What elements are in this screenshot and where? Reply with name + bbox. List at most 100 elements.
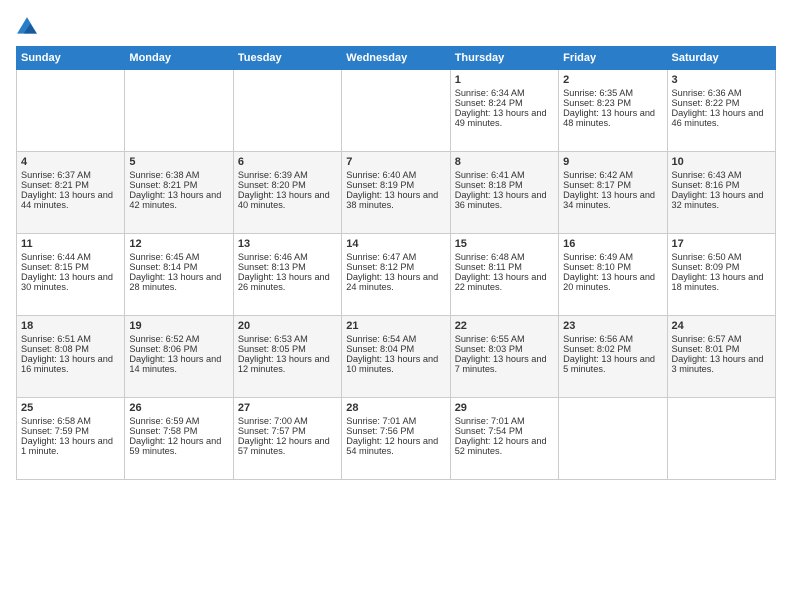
daylight-text: Daylight: 13 hours and 26 minutes. [238, 272, 337, 292]
logo [16, 16, 42, 38]
sunrise-text: Sunrise: 6:42 AM [563, 170, 662, 180]
sunset-text: Sunset: 7:59 PM [21, 426, 120, 436]
sunrise-text: Sunrise: 6:47 AM [346, 252, 445, 262]
week-row-2: 11Sunrise: 6:44 AMSunset: 8:15 PMDayligh… [17, 234, 776, 316]
calendar-cell: 20Sunrise: 6:53 AMSunset: 8:05 PMDayligh… [233, 316, 341, 398]
calendar-cell: 3Sunrise: 6:36 AMSunset: 8:22 PMDaylight… [667, 70, 775, 152]
sunset-text: Sunset: 8:03 PM [455, 344, 554, 354]
daylight-text: Daylight: 13 hours and 3 minutes. [672, 354, 771, 374]
daylight-text: Daylight: 13 hours and 5 minutes. [563, 354, 662, 374]
calendar-cell: 19Sunrise: 6:52 AMSunset: 8:06 PMDayligh… [125, 316, 233, 398]
daylight-text: Daylight: 13 hours and 28 minutes. [129, 272, 228, 292]
sunset-text: Sunset: 8:13 PM [238, 262, 337, 272]
calendar-cell: 26Sunrise: 6:59 AMSunset: 7:58 PMDayligh… [125, 398, 233, 480]
sunrise-text: Sunrise: 6:51 AM [21, 334, 120, 344]
sunrise-text: Sunrise: 6:49 AM [563, 252, 662, 262]
calendar-cell: 1Sunrise: 6:34 AMSunset: 8:24 PMDaylight… [450, 70, 558, 152]
weekday-header-saturday: Saturday [667, 47, 775, 70]
day-number: 21 [346, 320, 445, 332]
day-number: 6 [238, 156, 337, 168]
sunset-text: Sunset: 8:16 PM [672, 180, 771, 190]
daylight-text: Daylight: 13 hours and 49 minutes. [455, 108, 554, 128]
sunrise-text: Sunrise: 6:56 AM [563, 334, 662, 344]
logo-icon [16, 16, 38, 38]
daylight-text: Daylight: 13 hours and 18 minutes. [672, 272, 771, 292]
sunrise-text: Sunrise: 6:40 AM [346, 170, 445, 180]
day-number: 10 [672, 156, 771, 168]
sunrise-text: Sunrise: 6:45 AM [129, 252, 228, 262]
week-row-1: 4Sunrise: 6:37 AMSunset: 8:21 PMDaylight… [17, 152, 776, 234]
sunset-text: Sunset: 8:11 PM [455, 262, 554, 272]
sunrise-text: Sunrise: 6:36 AM [672, 88, 771, 98]
sunset-text: Sunset: 7:57 PM [238, 426, 337, 436]
calendar-cell: 15 Sunrise: 6:48 AMSunset: 8:11 PMDayligh… [450, 234, 558, 316]
sunset-text: Sunset: 8:18 PM [455, 180, 554, 190]
calendar-cell: 9Sunrise: 6:42 AMSunset: 8:17 PMDaylight… [559, 152, 667, 234]
sunset-text: Sunset: 8:15 PM [21, 262, 120, 272]
calendar-cell: 14Sunrise: 6:47 AMSunset: 8:12 PMDayligh… [342, 234, 450, 316]
weekday-header-row: SundayMondayTuesdayWednesdayThursdayFrid… [17, 47, 776, 70]
day-number: 3 [672, 74, 771, 86]
sunset-text: Sunset: 7:58 PM [129, 426, 228, 436]
sunset-text: Sunset: 8:01 PM [672, 344, 771, 354]
calendar-table: SundayMondayTuesdayWednesdayThursdayFrid… [16, 46, 776, 480]
calendar-cell [233, 70, 341, 152]
calendar-cell: 17Sunrise: 6:50 AMSunset: 8:09 PMDayligh… [667, 234, 775, 316]
sunrise-text: Sunrise: 6:38 AM [129, 170, 228, 180]
sunrise-text: Sunrise: 6:53 AM [238, 334, 337, 344]
sunrise-text: Sunrise: 6:35 AM [563, 88, 662, 98]
calendar-cell [17, 70, 125, 152]
sunset-text: Sunset: 8:04 PM [346, 344, 445, 354]
sunset-text: Sunset: 8:22 PM [672, 98, 771, 108]
sunset-text: Sunset: 8:14 PM [129, 262, 228, 272]
weekday-header-sunday: Sunday [17, 47, 125, 70]
sunrise-text: Sunrise: 6:58 AM [21, 416, 120, 426]
sunset-text: Sunset: 8:02 PM [563, 344, 662, 354]
daylight-text: Daylight: 13 hours and 16 minutes. [21, 354, 120, 374]
sunset-text: Sunset: 8:20 PM [238, 180, 337, 190]
sunrise-text: Sunrise: 6:43 AM [672, 170, 771, 180]
sunset-text: Sunset: 8:05 PM [238, 344, 337, 354]
daylight-text: Daylight: 13 hours and 42 minutes. [129, 190, 228, 210]
sunset-text: Sunset: 8:17 PM [563, 180, 662, 190]
daylight-text: Daylight: 13 hours and 14 minutes. [129, 354, 228, 374]
day-number: 25 [21, 402, 120, 414]
daylight-text: Daylight: 12 hours and 54 minutes. [346, 436, 445, 456]
daylight-text: Daylight: 13 hours and 22 minutes. [455, 272, 554, 292]
day-number: 18 [21, 320, 120, 332]
sunrise-text: Sunrise: 6:41 AM [455, 170, 554, 180]
daylight-text: Daylight: 13 hours and 32 minutes. [672, 190, 771, 210]
day-number: 4 [21, 156, 120, 168]
calendar-cell: 27Sunrise: 7:00 AMSunset: 7:57 PMDayligh… [233, 398, 341, 480]
sunrise-text: Sunrise: 6:50 AM [672, 252, 771, 262]
daylight-text: Daylight: 13 hours and 12 minutes. [238, 354, 337, 374]
sunset-text: Sunset: 8:21 PM [129, 180, 228, 190]
day-number: 14 [346, 238, 445, 250]
calendar-cell: 5Sunrise: 6:38 AMSunset: 8:21 PMDaylight… [125, 152, 233, 234]
calendar-cell [342, 70, 450, 152]
daylight-text: Daylight: 12 hours and 57 minutes. [238, 436, 337, 456]
day-number: 15 [455, 238, 554, 250]
sunset-text: Sunset: 7:56 PM [346, 426, 445, 436]
daylight-text: Daylight: 13 hours and 40 minutes. [238, 190, 337, 210]
sunset-text: Sunset: 8:24 PM [455, 98, 554, 108]
sunrise-text: Sunrise: 6:44 AM [21, 252, 120, 262]
sunset-text: Sunset: 8:06 PM [129, 344, 228, 354]
calendar-cell: 13Sunrise: 6:46 AMSunset: 8:13 PMDayligh… [233, 234, 341, 316]
day-number: 19 [129, 320, 228, 332]
day-number: 16 [563, 238, 662, 250]
sunrise-text: Sunrise: 6:48 AM [455, 252, 554, 262]
calendar-cell: 29Sunrise: 7:01 AMSunset: 7:54 PMDayligh… [450, 398, 558, 480]
weekday-header-monday: Monday [125, 47, 233, 70]
day-number: 8 [455, 156, 554, 168]
calendar-cell: 10 Sunrise: 6:43 AMSunset: 8:16 PMDayligh… [667, 152, 775, 234]
daylight-text: Daylight: 13 hours and 24 minutes. [346, 272, 445, 292]
calendar-cell: 23Sunrise: 6:56 AMSunset: 8:02 PMDayligh… [559, 316, 667, 398]
sunrise-text: Sunrise: 6:34 AM [455, 88, 554, 98]
calendar-cell: 18 Sunrise: 6:51 AMSunset: 8:08 PMDayligh… [17, 316, 125, 398]
day-number: 27 [238, 402, 337, 414]
calendar-cell: 16Sunrise: 6:49 AMSunset: 8:10 PMDayligh… [559, 234, 667, 316]
sunset-text: Sunset: 8:08 PM [21, 344, 120, 354]
daylight-text: Daylight: 13 hours and 20 minutes. [563, 272, 662, 292]
calendar-cell [667, 398, 775, 480]
